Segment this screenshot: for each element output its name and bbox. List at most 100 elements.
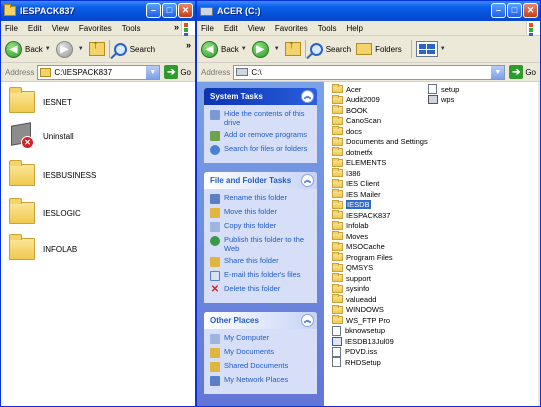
list-item[interactable]: IESDB13Jul09: [332, 336, 428, 347]
maximize-button[interactable]: □: [507, 3, 522, 18]
place-my-computer[interactable]: My Computer: [210, 333, 311, 344]
menu-view[interactable]: View: [248, 24, 265, 33]
back-button[interactable]: ◀ Back ▼: [5, 40, 51, 58]
minimize-button[interactable]: –: [491, 3, 506, 18]
folders-button[interactable]: Folders: [356, 43, 402, 55]
dropdown-arrow-icon[interactable]: ▼: [440, 46, 446, 52]
file-label: sysinfo: [346, 284, 370, 294]
list-item[interactable]: Audit2009: [332, 94, 428, 106]
address-input[interactable]: C:\ ▼: [233, 64, 506, 80]
task-move-folder[interactable]: Move this folder: [210, 207, 311, 218]
title-bar[interactable]: ACER (C:) – □ ✕: [197, 1, 540, 21]
list-item[interactable]: PDVD.iss: [332, 346, 428, 358]
list-item[interactable]: BOOK: [332, 105, 428, 116]
list-item[interactable]: ELEMENTS: [332, 157, 428, 169]
minimize-button[interactable]: –: [146, 3, 161, 18]
file-column-2: setup wps: [428, 84, 459, 105]
file-item-uninstall[interactable]: ✕ Uninstall: [9, 122, 74, 150]
close-button[interactable]: ✕: [178, 3, 193, 18]
toolbar-overflow-chevron[interactable]: »: [186, 40, 191, 50]
list-item[interactable]: IES Client: [332, 178, 428, 190]
up-folder-icon[interactable]: [88, 39, 105, 56]
folder-item-iesnet[interactable]: IESNET: [9, 87, 72, 113]
list-item[interactable]: Moves: [332, 231, 428, 242]
task-search-files[interactable]: Search for files or folders: [210, 144, 311, 155]
list-item[interactable]: CanoScan: [332, 115, 428, 127]
list-item[interactable]: Acer: [332, 84, 428, 95]
list-item[interactable]: WINDOWS: [332, 304, 428, 316]
menu-tools[interactable]: Tools: [122, 24, 141, 33]
task-rename-folder[interactable]: Rename this folder: [210, 193, 311, 204]
panel-header[interactable]: System Tasks ︽: [204, 88, 317, 105]
menu-view[interactable]: View: [52, 24, 69, 33]
menu-favorites[interactable]: Favorites: [79, 24, 112, 33]
list-item[interactable]: setup: [428, 84, 459, 95]
menu-favorites[interactable]: Favorites: [275, 24, 308, 33]
list-item[interactable]: QMSYS: [332, 262, 428, 274]
dropdown-arrow-icon[interactable]: ▼: [241, 46, 247, 52]
list-item[interactable]: IES Mailer: [332, 189, 428, 200]
list-item[interactable]: wps: [428, 95, 459, 106]
search-button[interactable]: Search: [113, 42, 155, 56]
menu-file[interactable]: File: [5, 24, 18, 33]
address-dropdown-button[interactable]: ▼: [491, 65, 505, 79]
task-delete-folder[interactable]: ✕ Delete this folder: [210, 284, 311, 295]
place-my-network-places[interactable]: My Network Places: [210, 375, 311, 386]
list-item-selected[interactable]: IESDB: [332, 199, 428, 211]
dropdown-arrow-icon[interactable]: ▼: [274, 46, 280, 52]
address-dropdown-button[interactable]: ▼: [146, 65, 160, 79]
back-button[interactable]: ◀ Back ▼: [201, 40, 247, 58]
place-my-documents[interactable]: My Documents: [210, 347, 311, 358]
views-button[interactable]: ▼: [415, 41, 446, 57]
list-item[interactable]: Program Files: [332, 252, 428, 263]
dropdown-arrow-icon[interactable]: ▼: [45, 46, 51, 52]
task-copy-folder[interactable]: Copy this folder: [210, 221, 311, 232]
menu-edit[interactable]: Edit: [28, 24, 42, 33]
list-item[interactable]: Documents and Settings: [332, 136, 428, 148]
task-hide-drive-contents[interactable]: Hide the contents of this drive: [210, 109, 311, 127]
task-publish-folder[interactable]: Publish this folder to the Web: [210, 235, 311, 253]
folder-item-ieslogic[interactable]: IESLOGIC: [9, 198, 81, 224]
up-folder-icon[interactable]: [284, 39, 301, 56]
list-item[interactable]: dotnetfx: [332, 147, 428, 158]
folder-item-infolab[interactable]: INFOLAB: [9, 234, 77, 260]
list-item[interactable]: valueadd: [332, 294, 428, 305]
task-add-remove-programs[interactable]: Add or remove programs: [210, 130, 311, 141]
search-button[interactable]: Search: [309, 42, 351, 56]
list-item[interactable]: sysinfo: [332, 283, 428, 295]
title-bar[interactable]: IESPACK837 – □ ✕: [1, 1, 195, 21]
collapse-chevron-icon[interactable]: ︽: [301, 174, 314, 187]
place-shared-documents[interactable]: Shared Documents: [210, 361, 311, 372]
list-item[interactable]: WS_FTP Pro: [332, 315, 428, 326]
list-item[interactable]: RHDSetup: [332, 357, 428, 368]
forward-button[interactable]: ▶ ▼: [251, 40, 280, 58]
list-item[interactable]: MSOCache: [332, 241, 428, 253]
panel-header[interactable]: Other Places ︽: [204, 312, 317, 329]
list-item[interactable]: Infolab: [332, 220, 428, 232]
task-email-files[interactable]: E-mail this folder's files: [210, 270, 311, 281]
list-item[interactable]: bknowsetup: [332, 325, 428, 337]
collapse-chevron-icon[interactable]: ︽: [301, 314, 314, 327]
close-button[interactable]: ✕: [523, 3, 538, 18]
go-button[interactable]: ➔ Go: [509, 65, 536, 79]
folder-icon: [332, 199, 343, 209]
menu-file[interactable]: File: [201, 24, 214, 33]
collapse-chevron-icon[interactable]: ︽: [301, 90, 314, 103]
address-input[interactable]: C:\IESPACK837 ▼: [37, 64, 161, 80]
forward-button[interactable]: ▶ ▼: [55, 40, 84, 58]
maximize-button[interactable]: □: [162, 3, 177, 18]
folder-item-iesbusiness[interactable]: IESBUSINESS: [9, 160, 96, 186]
task-share-folder[interactable]: Share this folder: [210, 256, 311, 267]
list-item[interactable]: support: [332, 273, 428, 284]
menu-overflow-chevron[interactable]: »: [174, 22, 179, 32]
dropdown-arrow-icon[interactable]: ▼: [78, 46, 84, 52]
go-button[interactable]: ➔ Go: [164, 65, 191, 79]
menu-tools[interactable]: Tools: [318, 24, 337, 33]
list-item[interactable]: IESPACK837: [332, 210, 428, 221]
list-item[interactable]: docs: [332, 126, 428, 137]
menu-edit[interactable]: Edit: [224, 24, 238, 33]
list-item[interactable]: I386: [332, 168, 428, 179]
menu-help[interactable]: Help: [346, 24, 362, 33]
panel-header[interactable]: File and Folder Tasks ︽: [204, 172, 317, 189]
file-label: WS_FTP Pro: [346, 315, 391, 325]
